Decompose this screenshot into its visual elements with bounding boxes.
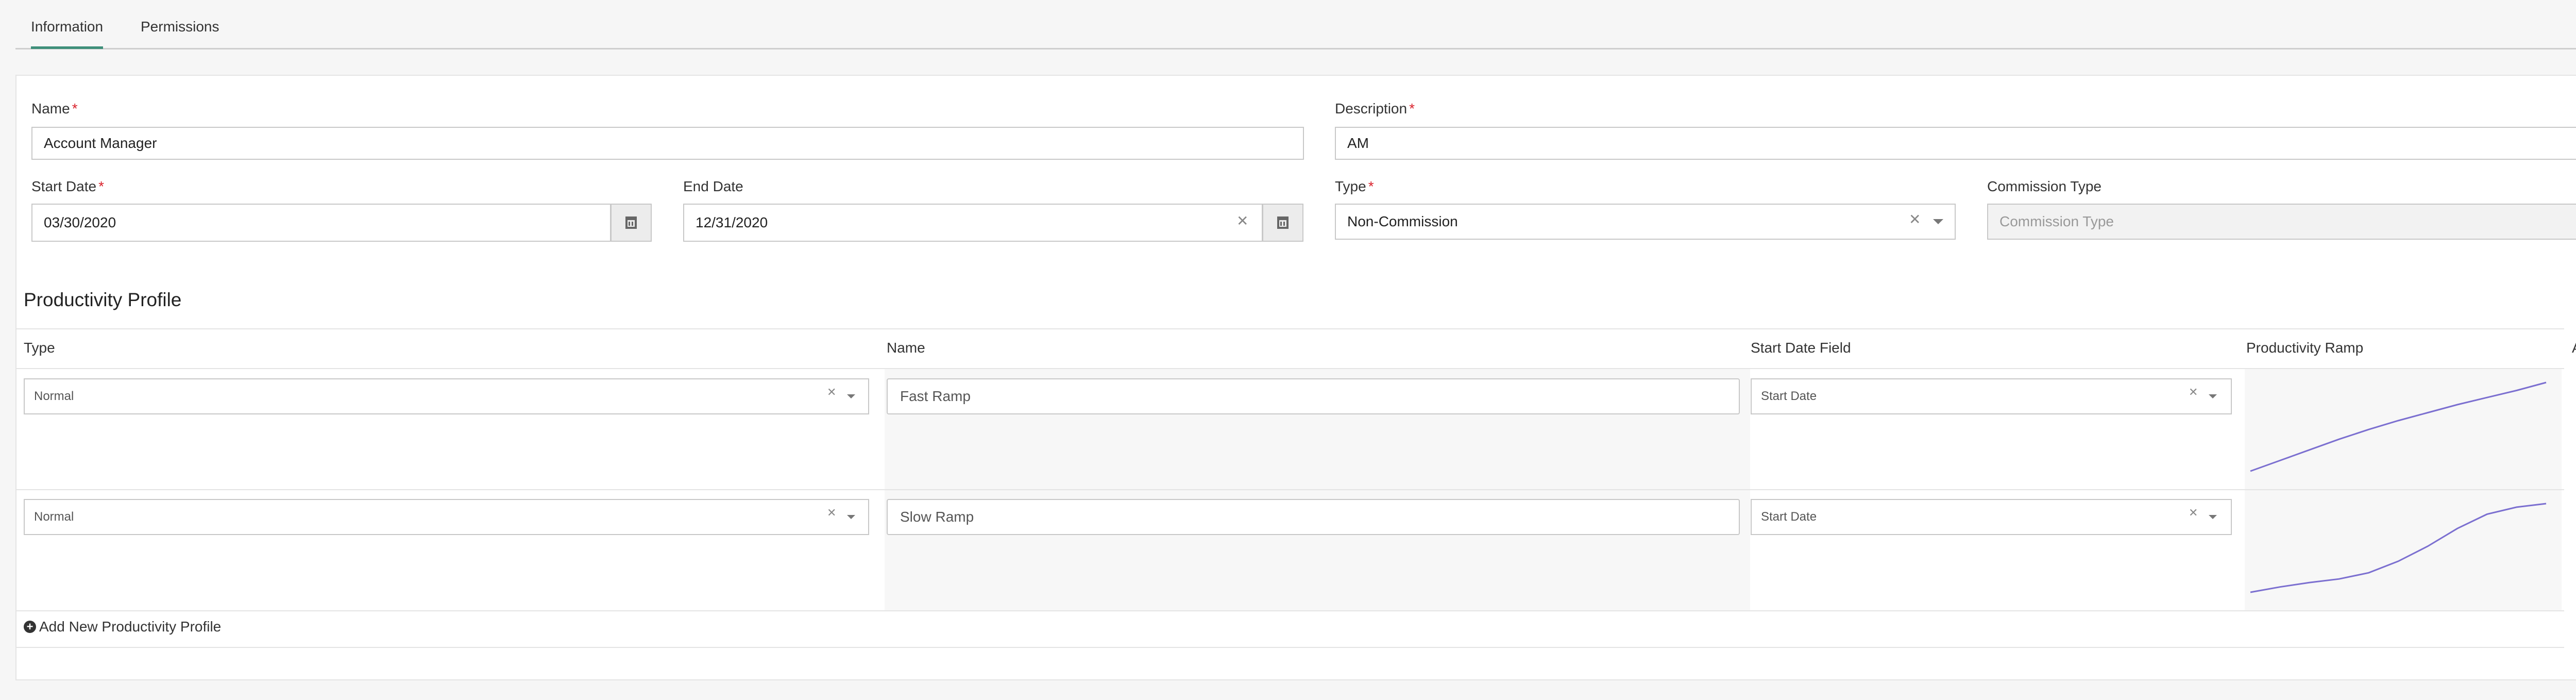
table-top-border: [16, 328, 2564, 329]
commission-type-select[interactable]: Commission Type: [1987, 204, 2576, 240]
column-header-name: Name: [887, 340, 925, 356]
description-input[interactable]: AM: [1335, 127, 2576, 160]
calendar-icon: [1277, 216, 1289, 229]
chevron-down-icon[interactable]: [1933, 219, 1943, 224]
type-select[interactable]: Non-Commission: [1335, 204, 1956, 240]
type-clear-icon[interactable]: ✕: [1909, 211, 1921, 228]
calendar-icon: [625, 216, 637, 229]
end-date-clear-icon[interactable]: ✕: [1236, 212, 1248, 229]
tab-bar: Information Permissions: [15, 0, 2576, 49]
column-header-type: Type: [24, 340, 55, 356]
chevron-down-icon[interactable]: [847, 394, 855, 398]
tab-permissions[interactable]: Permissions: [141, 19, 219, 35]
ramp-line: [2250, 503, 2547, 593]
information-panel: Name * Account Manager Description * AM St…: [15, 75, 2576, 680]
clear-icon[interactable]: ✕: [827, 506, 836, 520]
chevron-down-icon[interactable]: [2209, 515, 2217, 519]
chevron-down-icon[interactable]: [2209, 394, 2217, 398]
start-date-label: Start Date *: [31, 178, 104, 194]
row-divider: [16, 610, 2564, 611]
start-date-field-select[interactable]: Start Date: [1751, 499, 2232, 535]
description-label: Description *: [1335, 101, 1415, 116]
type-select[interactable]: Normal: [24, 499, 869, 535]
productivity-profile-title: Productivity Profile: [24, 289, 182, 310]
chevron-down-icon[interactable]: [847, 515, 855, 519]
table-bottom-border: [16, 647, 2564, 648]
clear-icon[interactable]: ✕: [2189, 506, 2198, 520]
productivity-ramp-chart: [2250, 503, 2547, 593]
start-date-calendar-button[interactable]: [611, 204, 652, 242]
column-header-action: Action: [2572, 340, 2576, 356]
profile-name-input[interactable]: Fast Ramp: [887, 378, 1740, 414]
start-date-field-select[interactable]: Start Date: [1751, 378, 2232, 414]
name-input[interactable]: Account Manager: [31, 127, 1304, 160]
end-date-input[interactable]: 12/31/2020: [683, 204, 1263, 242]
productivity-ramp-chart: [2250, 381, 2547, 472]
end-date-calendar-button[interactable]: [1262, 204, 1303, 242]
add-productivity-profile-button[interactable]: + Add New Productivity Profile: [24, 619, 221, 635]
clear-icon[interactable]: ✕: [2189, 386, 2198, 399]
profile-name-input[interactable]: Slow Ramp: [887, 499, 1740, 535]
plus-circle-icon: +: [24, 621, 36, 633]
commission-type-label: Commission Type: [1987, 178, 2102, 194]
type-select[interactable]: Normal: [24, 378, 869, 414]
ramp-line: [2250, 381, 2547, 472]
column-header-start-date-field: Start Date Field: [1751, 340, 1851, 356]
add-productivity-profile-label: Add New Productivity Profile: [39, 619, 222, 635]
end-date-label: End Date: [683, 178, 743, 194]
clear-icon[interactable]: ✕: [827, 386, 836, 399]
name-label: Name *: [31, 101, 78, 116]
tab-information[interactable]: Information: [31, 19, 104, 49]
type-label: Type *: [1335, 178, 1374, 194]
start-date-input[interactable]: 03/30/2020: [31, 204, 611, 242]
column-header-productivity-ramp: Productivity Ramp: [2246, 340, 2364, 356]
